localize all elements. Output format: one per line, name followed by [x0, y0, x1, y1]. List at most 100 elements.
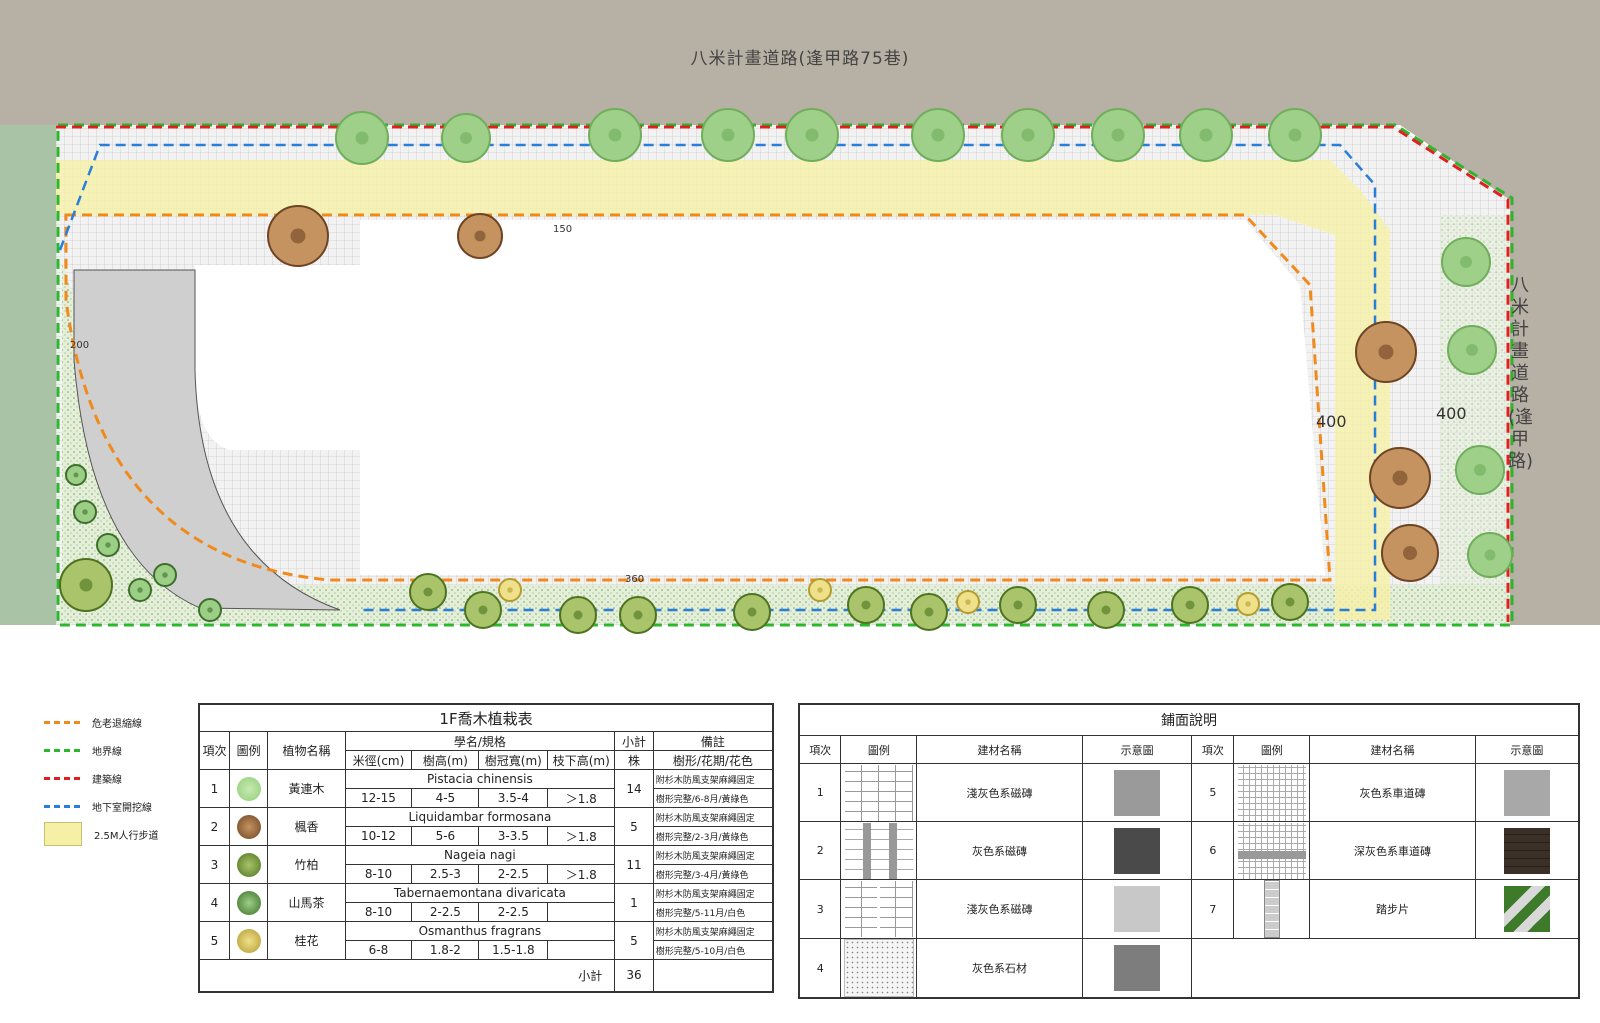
tree-center: [79, 578, 93, 592]
row-no: 3: [198, 845, 230, 884]
paving-sample: [1474, 821, 1580, 880]
row-no: 1: [198, 769, 230, 808]
planting-table: 1F喬木植栽表 項次 圖例 植物名稱 學名/規格 小計 備註 米徑(cm) 樹高…: [198, 703, 774, 993]
tree-center: [1185, 600, 1195, 610]
scientific-name: Nageia nagi: [344, 845, 616, 865]
plant-note: 樹形完整/5-11月/白色: [652, 902, 774, 922]
paving-sample: [1474, 879, 1580, 939]
tree-center: [207, 607, 213, 613]
crown-value: 2-2.5: [478, 864, 549, 884]
tree-center: [460, 132, 472, 144]
legend-label: 地下室開挖線: [92, 802, 152, 814]
paving-name: 踏步片: [1309, 879, 1476, 939]
paving-no: 4: [798, 938, 842, 999]
total-label: 小計: [198, 959, 615, 992]
plant-qty: 14: [614, 769, 654, 808]
paving-no: 1: [798, 763, 842, 822]
paving-no: 3: [798, 879, 842, 939]
tree-center: [1101, 605, 1111, 615]
paving-name: 灰色系車道磚: [1309, 763, 1476, 822]
header-no: 項次: [798, 735, 842, 764]
tree-center: [1378, 344, 1394, 360]
dimension-label: 360: [625, 574, 645, 585]
scientific-name: Pistacia chinensis: [344, 769, 616, 789]
tree-icon: [236, 776, 261, 801]
plant-note: 樹形完整/6-8月/黃綠色: [652, 788, 774, 808]
stepping-stone-icon: [1263, 880, 1280, 938]
legend-item-basement: 地下室開挖線: [44, 792, 194, 820]
header-name: 建材名稱: [916, 735, 1083, 764]
height-value: 5-6: [411, 826, 480, 846]
plant-name: 山馬茶: [267, 883, 346, 922]
sample-swatch: [1114, 945, 1161, 991]
tree-center: [73, 472, 79, 478]
planting-table-title: 1F喬木植栽表: [198, 703, 774, 732]
height-value: 4-5: [411, 788, 480, 808]
paving-name: 灰色系石材: [916, 938, 1083, 999]
legend-item-setback: 危老退縮線: [44, 708, 194, 736]
paving-sample: [1474, 763, 1580, 822]
building-footprint: [195, 220, 1325, 575]
header-dbh: 米徑(cm): [344, 750, 413, 770]
header-sample: 示意圖: [1081, 735, 1193, 764]
paver-pattern-icon: [1237, 764, 1306, 821]
tree-center: [1285, 597, 1295, 607]
tile-pattern-icon: [844, 881, 913, 937]
header-no: 項次: [198, 731, 230, 770]
plant-note: 樹形完整/2-3月/黃綠色: [652, 826, 774, 846]
header-crown: 樹冠寬(m): [478, 750, 549, 770]
tree-center: [861, 600, 871, 610]
tree-center: [1484, 549, 1496, 561]
tree-center: [1245, 601, 1251, 607]
header-sample: 示意圖: [1474, 735, 1580, 764]
scientific-name: Liquidambar formosana: [344, 807, 616, 827]
tree-center: [931, 128, 945, 142]
plant-qty: 1: [614, 883, 654, 922]
sample-swatch: [1114, 886, 1161, 932]
paver-pattern-icon: [1237, 822, 1306, 879]
height-value: 2.5-3: [411, 864, 480, 884]
tree-icon: [236, 890, 261, 915]
branch-value: ＞1.8: [547, 788, 616, 808]
header-height: 樹高(m): [411, 750, 480, 770]
sample-swatch: [1503, 886, 1550, 932]
row-no: 4: [198, 883, 230, 922]
neighbor-green: [0, 125, 56, 625]
legend-label: 2.5M人行步道: [94, 830, 159, 842]
tile-pattern-icon: [844, 764, 913, 821]
dimension-label: 150: [553, 224, 573, 235]
paving-name: 灰色系磁磚: [916, 821, 1083, 880]
header-no: 項次: [1191, 735, 1235, 764]
setback-line-swatch: [44, 720, 80, 724]
tree-center: [1403, 546, 1417, 560]
row-no: 2: [198, 807, 230, 846]
legend-item-property: 地界線: [44, 736, 194, 764]
paving-no: 6: [1191, 821, 1235, 880]
header-spec: 學名/規格: [344, 731, 616, 751]
paving-icon: [1233, 821, 1311, 880]
branch-value: ＞1.8: [547, 826, 616, 846]
tree-center: [1460, 256, 1472, 268]
tree-center: [1392, 470, 1408, 486]
plant-note: 附杉木防風支架麻繩固定: [652, 883, 774, 903]
tree-center: [573, 610, 583, 620]
tree-icon: [236, 852, 261, 877]
paving-sample: [1081, 763, 1193, 822]
plant-name: 楓香: [267, 807, 346, 846]
paving-icon: [1233, 763, 1311, 822]
tree-center: [721, 128, 735, 142]
header-qty: 小計: [614, 731, 654, 751]
road-label-top: 八米計畫道路(逢甲路75巷): [690, 49, 910, 69]
tree-center: [162, 572, 168, 578]
line-legend: 危老退縮線 地界線 建築線 地下室開挖線 2.5M人行步道: [44, 708, 194, 848]
property-line-swatch: [44, 748, 80, 752]
legend-item-building: 建築線: [44, 764, 194, 792]
sample-swatch: [1114, 827, 1161, 874]
dbh-value: 10-12: [344, 826, 413, 846]
tree-center: [1199, 128, 1213, 142]
dimension-label: 400: [1436, 404, 1467, 423]
building-line-swatch: [44, 776, 80, 780]
legend-label: 地界線: [92, 746, 122, 758]
paving-sample: [1081, 879, 1193, 939]
plant-note: 樹形完整/3-4月/黃綠色: [652, 864, 774, 884]
